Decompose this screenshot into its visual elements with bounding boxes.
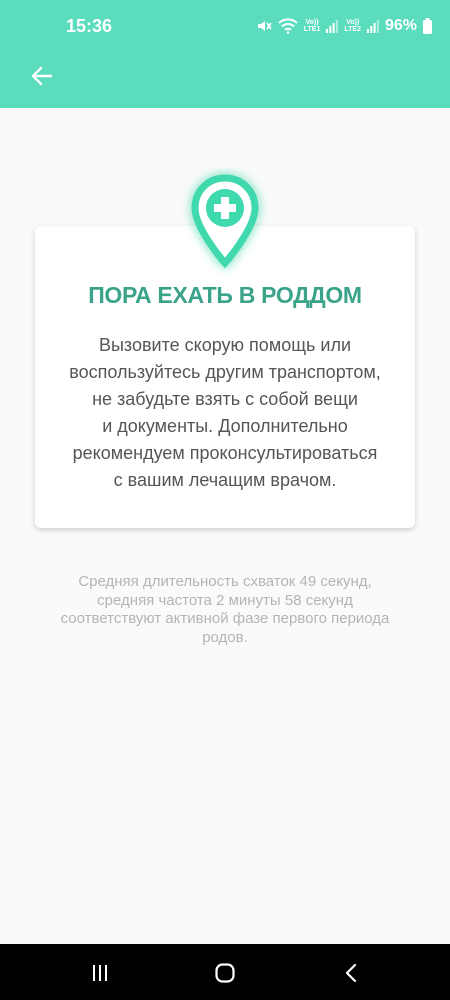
mute-icon: [257, 21, 272, 31]
card-body-line: рекомендуем проконсультироваться: [72, 443, 378, 463]
back-button[interactable]: [22, 56, 62, 96]
battery-icon: [423, 18, 432, 34]
card-body-line: воспользуйтесь другим транспортом,: [69, 362, 381, 382]
card-body: Вызовите скорую помощь или воспользуйтес…: [55, 332, 395, 494]
status-icons: Vo)) LTE1 Vo)) LTE2 96%: [256, 13, 432, 39]
back-icon: [345, 963, 357, 983]
note-line: соответствуют активной фазе первого пери…: [60, 610, 390, 627]
sim1-volte-label: Vo)): [305, 19, 319, 26]
sim2-volte-label: Vo)): [346, 19, 360, 26]
sim2-lte-indicator: Vo)) LTE2: [344, 19, 361, 33]
note-line: Средняя длительность схваток 49 секунд,: [78, 573, 372, 590]
system-nav-bar: [0, 944, 450, 1000]
signal-icon: [366, 20, 379, 33]
home-icon: [215, 963, 235, 983]
home-button[interactable]: [210, 958, 240, 988]
status-time: 15:36: [66, 16, 113, 36]
sim1-lte-label: LTE1: [303, 26, 321, 33]
medical-location-pin-icon: [191, 174, 259, 269]
arrow-left-icon: [31, 66, 53, 86]
card-title: ПОРА ЕХАТЬ В РОДДОМ: [88, 282, 362, 308]
card-body-line: не забудьте взять с собой вещи: [92, 389, 358, 409]
recent-apps-icon: [93, 965, 107, 981]
signal-icon: [326, 20, 339, 33]
note-line: средняя частота 2 минуты 58 секунд: [97, 591, 353, 609]
card-body-line: и документы. Дополнительно: [102, 416, 348, 436]
app-bar: [0, 42, 450, 108]
contraction-stats-note: Средняя длительность схваток 49 секунд, …: [40, 573, 410, 647]
card-body-line: Вызовите скорую помощь или: [98, 335, 352, 355]
wifi-icon: [278, 18, 298, 34]
sim1-lte-indicator: Vo)) LTE1: [304, 19, 321, 33]
battery-percent: 96%: [384, 17, 417, 34]
card-body-line: с вашим лечащим врачом.: [113, 470, 337, 490]
sim2-lte-label: LTE2: [344, 26, 361, 33]
note-line: родов.: [202, 628, 248, 646]
status-bar: 15:36 Vo)) LTE1 Vo)) LTE2 96%: [0, 0, 450, 42]
recent-apps-button[interactable]: [85, 958, 115, 988]
system-back-button[interactable]: [336, 958, 366, 988]
